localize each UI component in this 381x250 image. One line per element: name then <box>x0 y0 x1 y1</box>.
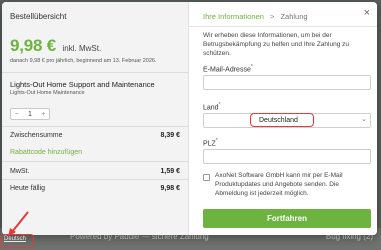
checkout-modal: Bestellübersicht 9,98 € inkl. MwSt. dana… <box>2 2 377 235</box>
product-name: Lights-Out Home Support and Maintenance <box>10 80 155 89</box>
close-icon[interactable]: × <box>364 8 370 19</box>
divider <box>2 72 189 73</box>
chevron-down-icon[interactable]: ⌄ <box>361 115 367 123</box>
tax-value: 1,59 € <box>160 168 180 175</box>
order-summary-title: Bestellübersicht <box>10 12 67 21</box>
due-today-value: 9,98 € <box>160 185 180 192</box>
breadcrumb-payment-step: Zahlung <box>280 12 308 21</box>
divider <box>2 126 189 127</box>
country-select-value[interactable]: Deutschland <box>259 117 298 124</box>
language-link[interactable]: Deutsch <box>4 236 31 247</box>
plz-label-text: PLZ <box>203 140 216 148</box>
continue-button[interactable]: Fortfahren <box>203 209 371 228</box>
due-today-label: Heute fällig <box>10 185 46 192</box>
quantity-increase-button[interactable]: + <box>38 111 49 118</box>
country-label: Land* <box>203 102 221 111</box>
subtotal-label: Zwischensumme <box>10 132 63 139</box>
breadcrumb-info-step[interactable]: Ihre Informationen <box>203 12 264 21</box>
plz-label: PLZ* <box>203 138 218 147</box>
divider <box>189 26 377 27</box>
subtotal-value: 8,39 € <box>160 132 180 139</box>
breadcrumb: Ihre Informationen > Zahlung <box>203 12 308 21</box>
plz-field[interactable] <box>203 149 371 164</box>
tax-label: MwSt. <box>10 168 30 175</box>
price-tax-note: inkl. MwSt. <box>62 44 102 53</box>
price-row: 9,98 € inkl. MwSt. <box>10 36 101 56</box>
required-mark: * <box>250 64 253 70</box>
breadcrumb-separator: > <box>269 12 275 21</box>
email-label: E-Mail-Adresse* <box>203 64 253 73</box>
quantity-stepper[interactable]: − 1 + <box>10 108 50 120</box>
quantity-decrease-button[interactable]: − <box>11 111 22 118</box>
quantity-value[interactable]: 1 <box>22 111 37 118</box>
order-summary-panel: Bestellübersicht 9,98 € inkl. MwSt. dana… <box>2 2 189 235</box>
product-subtitle: Lights-Out Home Maintenance <box>10 90 85 96</box>
marketing-consent-text: AxoNet Software GmbH kann mir per E-Mail… <box>215 172 343 197</box>
intro-text: Wir erheben diese Informationen, um bei … <box>203 32 349 57</box>
email-field[interactable] <box>203 75 371 90</box>
country-label-text: Land <box>203 104 219 112</box>
marketing-consent-checkbox[interactable] <box>203 174 210 181</box>
required-mark: * <box>215 138 218 144</box>
recurring-note: danach 9,98 € pro jährlich, beginnend am… <box>10 58 157 64</box>
add-coupon-link[interactable]: Rabattcode hinzufügen <box>10 149 82 156</box>
divider <box>2 179 189 180</box>
divider <box>2 161 189 162</box>
price-amount: 9,98 € <box>10 36 57 55</box>
email-label-text: E-Mail-Adresse <box>203 66 251 74</box>
customer-info-panel: Ihre Informationen > Zahlung × Wir erheb… <box>189 2 377 235</box>
required-mark: * <box>218 102 221 108</box>
